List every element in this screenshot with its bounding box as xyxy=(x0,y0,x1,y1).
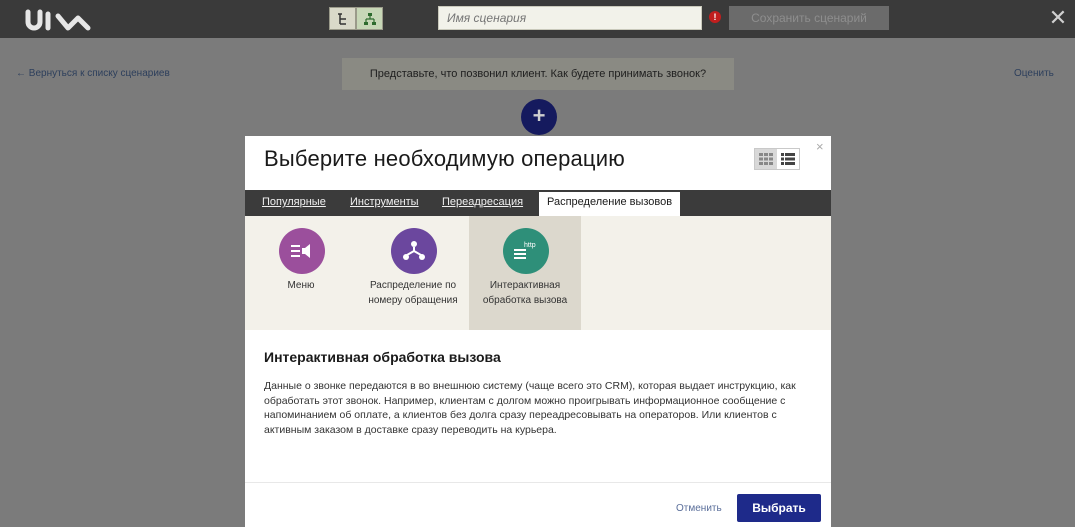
layout-toggle xyxy=(754,148,800,170)
list-view-button[interactable] xyxy=(777,149,799,169)
cancel-button[interactable]: Отменить xyxy=(676,503,722,514)
tree-icon xyxy=(337,12,346,25)
tab-tools[interactable]: Инструменты xyxy=(350,196,419,208)
operation-label: Интерактивная обработка вызова xyxy=(482,280,568,306)
menu-megaphone-icon xyxy=(279,228,325,274)
add-operation-button[interactable]: + xyxy=(521,99,557,135)
modal-title: Выберите необходимую операцию xyxy=(264,146,625,171)
tab-redirect[interactable]: Переадресация xyxy=(442,196,523,208)
list-icon xyxy=(781,153,795,165)
modal-close-icon[interactable]: × xyxy=(816,140,828,154)
operation-interactive-call-processing[interactable]: http Интерактивная обработка вызова xyxy=(469,216,581,330)
graph-view-button[interactable] xyxy=(356,7,383,30)
grid-icon xyxy=(759,153,773,165)
warning-icon: ! xyxy=(709,11,721,23)
start-prompt: Представьте, что позвонил клиент. Как бу… xyxy=(342,58,734,90)
back-to-scenarios-link[interactable]: ← Вернуться к списку сценариев xyxy=(16,68,170,79)
operation-menu[interactable]: Меню xyxy=(245,216,357,330)
rate-link[interactable]: Оценить xyxy=(1014,68,1054,79)
svg-text:http: http xyxy=(524,242,536,249)
save-scenario-button[interactable]: Сохранить сценарий xyxy=(729,6,889,30)
tab-call-distribution[interactable]: Распределение вызовов xyxy=(539,192,681,216)
description-text: Данные о звонке передаются в во внешнюю … xyxy=(264,380,796,436)
operation-label: Меню xyxy=(287,280,315,291)
scenario-name-input[interactable] xyxy=(438,6,702,30)
tree-view-button[interactable] xyxy=(329,7,356,30)
operation-distribution-by-number[interactable]: Распределение по номеру обращения xyxy=(357,216,469,330)
http-icon: http xyxy=(503,228,549,274)
hierarchy-icon xyxy=(363,12,376,25)
uis-logo xyxy=(25,9,91,31)
operation-tabs: Популярные Инструменты Переадресация Рас… xyxy=(245,190,831,216)
tab-popular[interactable]: Популярные xyxy=(262,196,326,208)
description-title: Интерактивная обработка вызова xyxy=(264,349,501,365)
operation-label: Распределение по номеру обращения xyxy=(368,280,458,306)
distribution-icon xyxy=(391,228,437,274)
close-icon[interactable]: ✕ xyxy=(1046,5,1070,31)
choose-button[interactable]: Выбрать xyxy=(737,494,821,522)
grid-view-button[interactable] xyxy=(755,149,777,169)
modal-footer-divider xyxy=(245,482,831,483)
operations-grid: Меню Распределение по номеру обращения h… xyxy=(245,216,831,330)
view-toggle xyxy=(329,7,383,30)
top-bar: ! Сохранить сценарий ✕ xyxy=(0,0,1075,38)
